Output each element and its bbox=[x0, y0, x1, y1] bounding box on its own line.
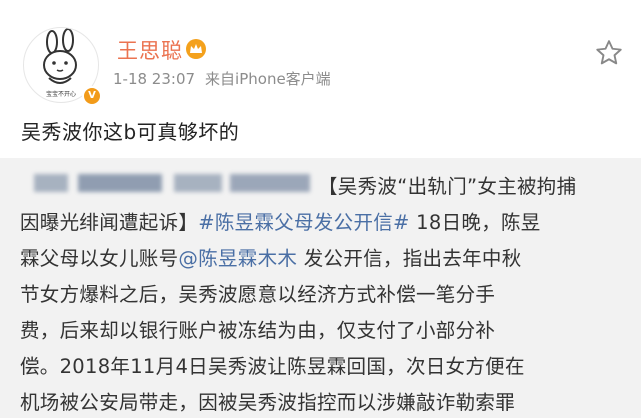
blurred-username bbox=[78, 174, 162, 192]
blurred-username bbox=[230, 174, 310, 192]
hashtag-link[interactable]: #陈昱霖父母发公开信# bbox=[198, 211, 409, 234]
crown-badge-icon[interactable] bbox=[186, 39, 206, 59]
repost-line: 费，后来却以银行账户被冻结为由，仅支付了小部分补 bbox=[20, 319, 496, 342]
verified-badge-icon: V bbox=[82, 86, 102, 106]
repost-line: 因曝光绯闻遭起诉】#陈昱霖父母发公开信# 18日晚，陈昱 bbox=[20, 206, 541, 235]
repost-text: 发公开信，指出去年中秋 bbox=[297, 247, 522, 270]
post-meta: 1-18 23:07 来自iPhone客户端 bbox=[113, 68, 341, 89]
author-name[interactable]: 王思聪 bbox=[117, 35, 183, 65]
avatar-caption: 宝宝不开心 bbox=[46, 90, 76, 98]
repost-line: 机场被公安局带走，因被吴秀波指控而以涉嫌敲诈勒索罪 bbox=[20, 391, 516, 414]
weibo-post: 宝宝不开心 V 王思聪 1-18 23:07 来自iPhone客户端 吴秀波你这b… bbox=[0, 0, 641, 158]
repost-line: 偿。2018年11月4日吴秀波让陈昱霖回国，次日女方便在 bbox=[20, 355, 525, 378]
repost-line: 霖父母以女儿账号@陈昱霖木木 发公开信，指出去年中秋 bbox=[20, 242, 522, 271]
repost-text: 霖父母以女儿账号 bbox=[20, 247, 179, 270]
repost-text: 18日晚，陈昱 bbox=[409, 211, 541, 234]
repost-line: 【吴秀波“出轨门”女主被拘捕 bbox=[318, 175, 577, 198]
repost-line: 节女方爆料之后，吴秀波愿意以经济方式补偿一笔分手 bbox=[20, 283, 496, 306]
repost-text: 因曝光绯闻遭起诉】 bbox=[20, 211, 199, 234]
reposted-content[interactable]: 【吴秀波“出轨门”女主被拘捕 因曝光绯闻遭起诉】#陈昱霖父母发公开信# 18日晚… bbox=[0, 158, 641, 418]
post-time: 1-18 23:07 bbox=[113, 70, 196, 88]
post-text: 吴秀波你这b可真够坏的 bbox=[21, 120, 240, 144]
blurred-username bbox=[174, 174, 222, 192]
blurred-username bbox=[34, 174, 68, 192]
star-outline-icon[interactable] bbox=[594, 38, 624, 68]
post-source[interactable]: 来自iPhone客户端 bbox=[205, 70, 331, 88]
mention-link[interactable]: @陈昱霖木木 bbox=[178, 247, 297, 270]
